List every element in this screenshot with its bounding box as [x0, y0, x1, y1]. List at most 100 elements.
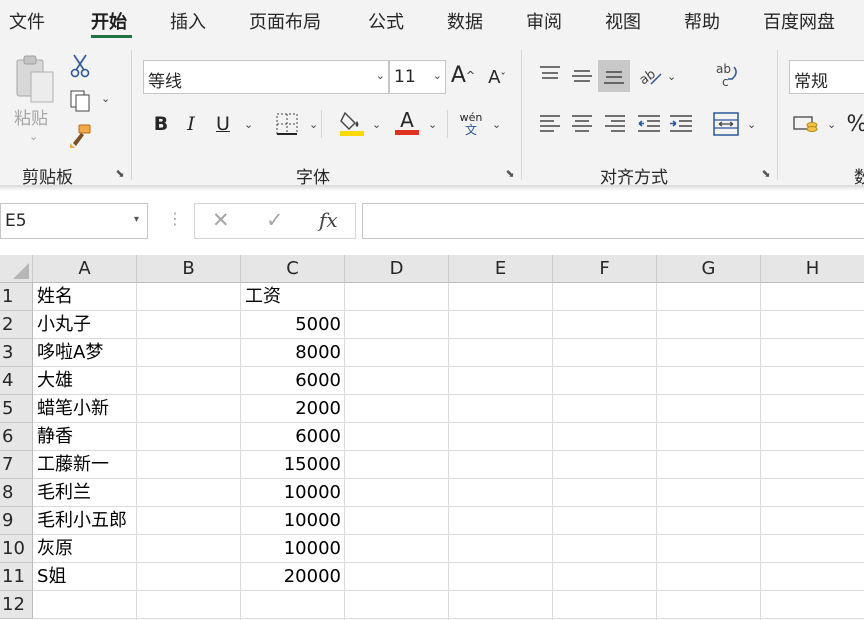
tab-home[interactable]: 开始	[91, 8, 127, 34]
column-header-a[interactable]: A	[33, 255, 137, 283]
merge-center-icon[interactable]	[712, 110, 740, 138]
middle-align-icon[interactable]	[570, 64, 594, 88]
column-header-f[interactable]: F	[553, 255, 657, 283]
formula-input[interactable]	[362, 203, 864, 239]
column-header-b[interactable]: B	[137, 255, 241, 283]
copy-dropdown-caret[interactable]: ⌄	[101, 92, 110, 105]
accounting-dropdown-caret[interactable]: ⌄	[827, 118, 836, 131]
cell-a5[interactable]: 蜡笔小新	[37, 395, 109, 423]
cell-a3[interactable]: 哆啦A梦	[37, 339, 103, 367]
chevron-down-icon[interactable]: ▾	[134, 214, 139, 225]
wrap-text-icon[interactable]: ab c	[713, 60, 741, 90]
cell-area[interactable]	[33, 283, 864, 620]
tab-file[interactable]: 文件	[9, 8, 45, 34]
cell-a9[interactable]: 毛利小五郎	[37, 507, 127, 535]
row-header[interactable]: 9	[0, 507, 33, 535]
cell-a7[interactable]: 工藤新一	[37, 451, 109, 479]
tab-data[interactable]: 数据	[447, 8, 483, 34]
row-header[interactable]: 11	[0, 563, 33, 591]
tab-view[interactable]: 视图	[605, 8, 641, 34]
font-name-select[interactable]: 等线 ⌄	[143, 60, 389, 94]
insert-function-icon[interactable]: fx	[319, 208, 338, 232]
row-header[interactable]: 8	[0, 479, 33, 507]
cell-a4[interactable]: 大雄	[37, 367, 73, 395]
number-format-select[interactable]: 常规	[789, 60, 864, 94]
top-align-icon[interactable]	[538, 62, 562, 86]
confirm-entry-icon[interactable]: ✓	[266, 208, 284, 232]
row-header[interactable]: 3	[0, 339, 33, 367]
row-header[interactable]: 2	[0, 311, 33, 339]
cell-a8[interactable]: 毛利兰	[37, 479, 91, 507]
cell-a2[interactable]: 小丸子	[37, 311, 91, 339]
font-color-dropdown-caret[interactable]: ⌄	[428, 118, 437, 131]
align-center-icon[interactable]	[570, 112, 594, 136]
row-header[interactable]: 5	[0, 395, 33, 423]
italic-icon[interactable]: I	[180, 110, 202, 138]
cell-c5[interactable]: 2000	[241, 395, 341, 423]
font-launcher-icon[interactable]: ⬊	[504, 168, 516, 180]
clipboard-launcher-icon[interactable]: ⬊	[114, 168, 126, 180]
column-header-c[interactable]: C	[241, 255, 345, 283]
row-header[interactable]: 6	[0, 423, 33, 451]
orientation-dropdown-caret[interactable]: ⌄	[667, 70, 676, 83]
tab-review[interactable]: 审阅	[526, 8, 562, 34]
format-painter-button[interactable]	[66, 122, 94, 150]
align-right-icon[interactable]	[603, 112, 627, 136]
cell-c6[interactable]: 6000	[241, 423, 341, 451]
merge-dropdown-caret[interactable]: ⌄	[747, 118, 756, 131]
orientation-icon[interactable]: ab	[636, 60, 664, 90]
row-header[interactable]: 7	[0, 451, 33, 479]
align-left-icon[interactable]	[538, 112, 562, 136]
cell-a10[interactable]: 灰原	[37, 535, 73, 563]
cell-c8[interactable]: 10000	[241, 479, 341, 507]
cell-c2[interactable]: 5000	[241, 311, 341, 339]
decrease-font-size-icon[interactable]: Aˇ	[484, 62, 510, 92]
cell-c9[interactable]: 10000	[241, 507, 341, 535]
column-header-g[interactable]: G	[657, 255, 761, 283]
cell-a6[interactable]: 静香	[37, 423, 73, 451]
font-size-select[interactable]: 11 ⌄	[389, 60, 446, 94]
fill-color-dropdown-caret[interactable]: ⌄	[372, 118, 381, 131]
phonetic-dropdown-caret[interactable]: ⌄	[492, 118, 501, 131]
row-header[interactable]: 1	[0, 283, 33, 311]
phonetic-guide-button[interactable]: wén 文	[458, 108, 484, 140]
underline-icon[interactable]: U	[212, 110, 234, 138]
alignment-launcher-icon[interactable]: ⬊	[760, 168, 772, 180]
fill-color-button[interactable]	[338, 108, 366, 138]
bold-icon[interactable]: B	[150, 110, 172, 138]
row-header[interactable]: 10	[0, 535, 33, 563]
column-header-h[interactable]: H	[761, 255, 864, 283]
cell-c4[interactable]: 6000	[241, 367, 341, 395]
decrease-indent-icon[interactable]	[636, 112, 662, 136]
cell-a11[interactable]: S姐	[37, 563, 66, 591]
tab-insert[interactable]: 插入	[170, 8, 206, 34]
cell-c11[interactable]: 20000	[241, 563, 341, 591]
select-all-button[interactable]	[0, 255, 33, 283]
copy-button[interactable]	[66, 88, 94, 114]
column-header-d[interactable]: D	[345, 255, 449, 283]
increase-font-size-icon[interactable]: A ^	[450, 60, 476, 90]
borders-button[interactable]	[275, 112, 299, 136]
tab-help[interactable]: 帮助	[684, 8, 720, 34]
cell-c1[interactable]: 工资	[245, 283, 281, 311]
cancel-entry-icon[interactable]: ✕	[212, 208, 230, 232]
row-header[interactable]: 12	[0, 591, 33, 619]
paste-dropdown-caret[interactable]: ⌄	[29, 130, 38, 143]
percent-style-icon[interactable]: %	[846, 110, 864, 138]
bottom-align-icon[interactable]	[598, 60, 630, 92]
increase-indent-icon[interactable]	[668, 112, 694, 136]
cell-c10[interactable]: 10000	[241, 535, 341, 563]
tab-page-layout[interactable]: 页面布局	[249, 8, 321, 34]
underline-dropdown-caret[interactable]: ⌄	[244, 118, 253, 131]
name-box[interactable]: E5 ▾	[0, 203, 148, 239]
font-color-button[interactable]: A	[393, 106, 421, 138]
tab-baidu-netdisk[interactable]: 百度网盘	[763, 8, 835, 34]
row-header[interactable]: 4	[0, 367, 33, 395]
borders-dropdown-caret[interactable]: ⌄	[309, 118, 318, 131]
accounting-format-icon[interactable]	[792, 112, 820, 136]
column-header-e[interactable]: E	[449, 255, 553, 283]
cut-button[interactable]	[68, 52, 92, 80]
cell-c3[interactable]: 8000	[241, 339, 341, 367]
formula-bar-grip-icon[interactable]: ⋮	[167, 209, 183, 228]
paste-button[interactable]	[12, 52, 58, 108]
